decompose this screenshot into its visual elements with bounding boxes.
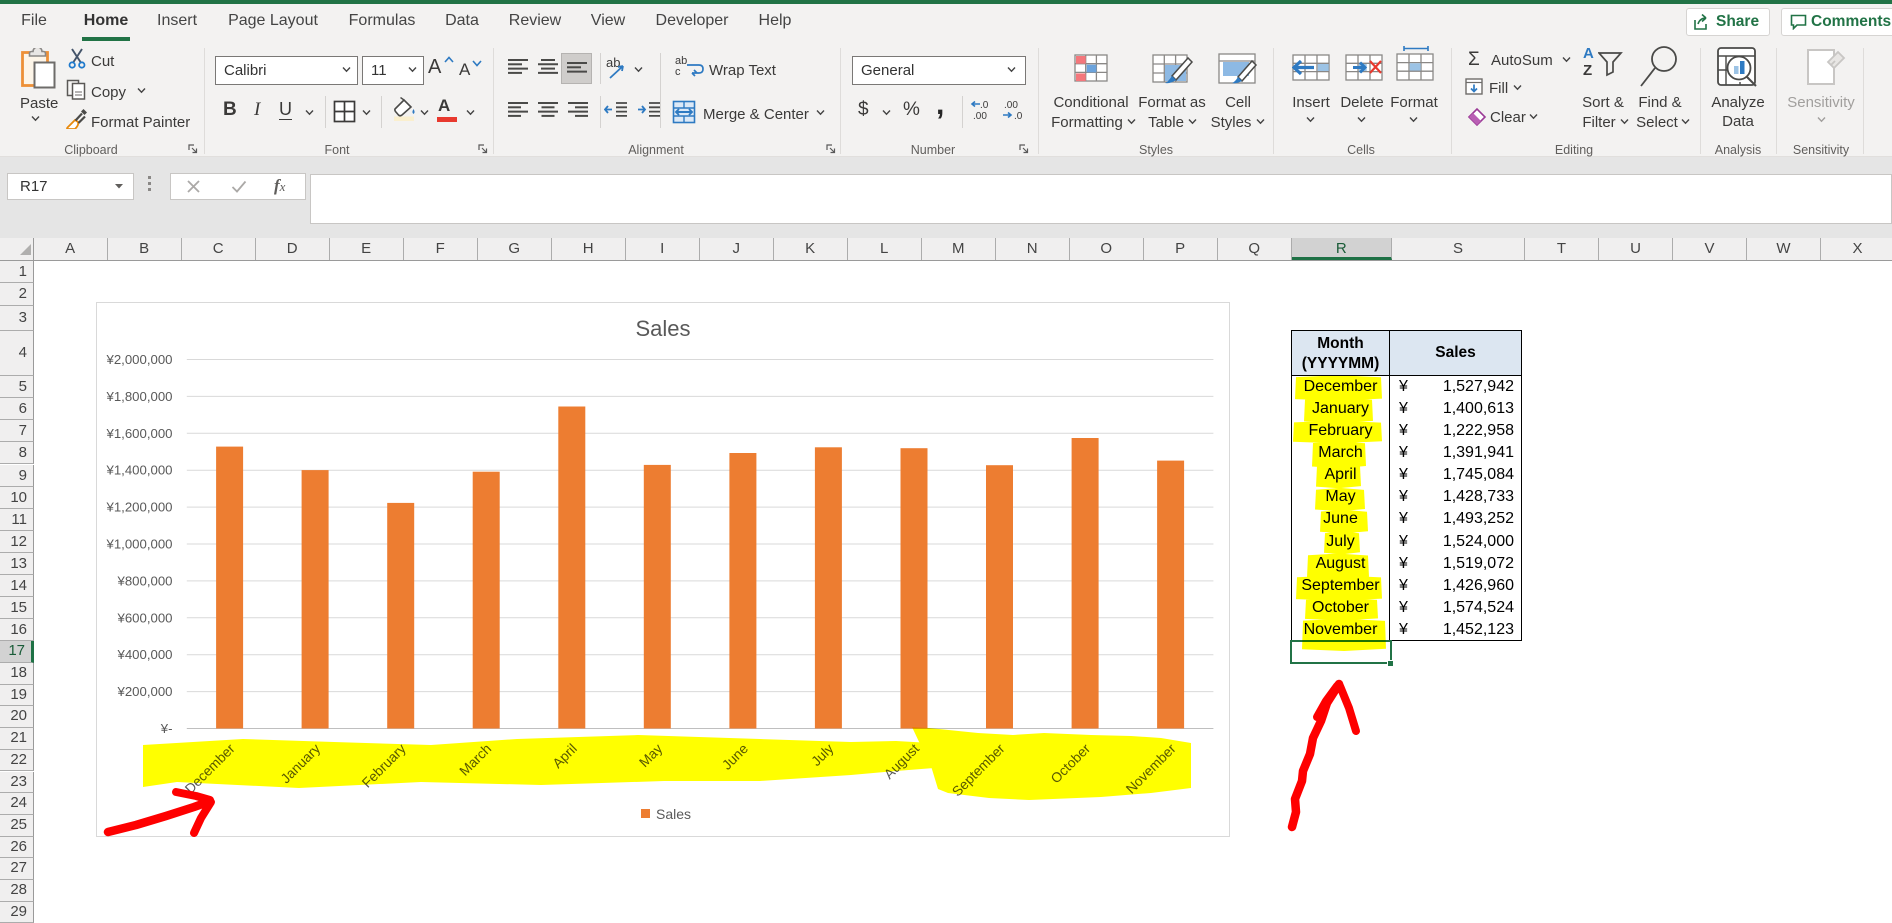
svg-text:¥1,000,000: ¥1,000,000 [105,537,172,552]
svg-text:¥2,000,000: ¥2,000,000 [105,352,172,367]
svg-text:¥400,000: ¥400,000 [116,647,172,662]
svg-text:.0: .0 [1014,111,1023,122]
svg-text:Sales: Sales [656,806,691,822]
svg-text:¥200,000: ¥200,000 [116,684,172,699]
svg-text:.0: .0 [980,100,989,111]
svg-text:¥1,800,000: ¥1,800,000 [105,389,172,404]
svg-text:¥800,000: ¥800,000 [116,573,172,588]
svg-text:.00: .00 [1004,100,1018,111]
svg-text:¥1,400,000: ¥1,400,000 [105,463,172,478]
svg-text:¥600,000: ¥600,000 [116,610,172,625]
svg-text:¥-: ¥- [160,721,173,736]
svg-text:Sales: Sales [635,316,690,341]
svg-text:.00: .00 [973,111,987,122]
svg-text:¥1,600,000: ¥1,600,000 [105,426,172,441]
svg-text:¥1,200,000: ¥1,200,000 [105,500,172,515]
